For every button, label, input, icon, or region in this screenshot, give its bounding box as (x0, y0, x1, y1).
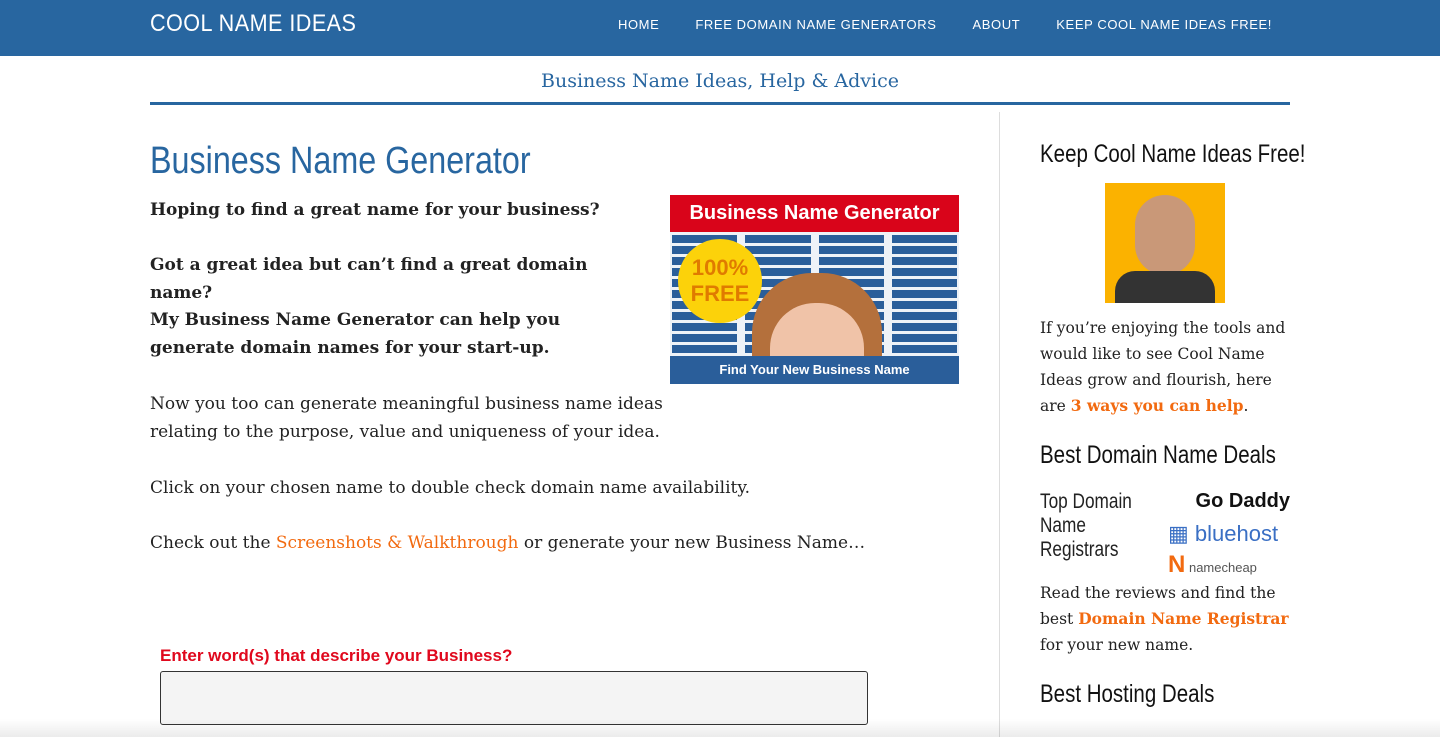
main-nav: HOME FREE DOMAIN NAME GENERATORS ABOUT K… (618, 17, 1272, 32)
promo-title: Business Name Generator (670, 195, 959, 232)
input-label: Enter word(s) that describe your Busines… (160, 646, 513, 665)
intro-p3: Check out the Screenshots & Walkthrough … (150, 529, 910, 557)
nav-about[interactable]: ABOUT (972, 17, 1020, 32)
business-words-input[interactable] (160, 671, 868, 725)
author-photo (1105, 183, 1225, 303)
bluehost-logo[interactable]: ▦ bluehost (1168, 521, 1290, 547)
nav-keep-free[interactable]: KEEP COOL NAME IDEAS FREE! (1056, 17, 1272, 32)
n-icon: N (1168, 551, 1186, 578)
registrars-heading: Top Domain Name Registrars (1040, 490, 1132, 561)
intro-q3: My Business Name Generator can help you … (150, 310, 561, 358)
badge-text: 100% (691, 255, 749, 280)
free-badge: 100% FREE (678, 239, 762, 323)
bottom-shadow (0, 719, 1440, 737)
promo-banner-image[interactable]: Business Name Generator 100% FREE Find Yo… (670, 195, 959, 384)
sidebar-text-2: Read the reviews and find the best Domai… (1040, 580, 1290, 658)
logo-text: namecheap (1188, 560, 1257, 575)
intro-p2: Click on your chosen name to double chec… (150, 478, 751, 498)
sidebar-heading-free: Keep Cool Name Ideas Free! (1040, 140, 1306, 168)
logo-text: bluehost (1194, 521, 1279, 546)
text: for your new name. (1040, 636, 1194, 654)
site-logo[interactable]: COOL NAME IDEAS (150, 10, 356, 38)
intro-p1: Now you too can generate meaningful busi… (150, 394, 663, 442)
sidebar: Keep Cool Name Ideas Free! If you’re enj… (1040, 140, 1306, 709)
nav-generators[interactable]: FREE DOMAIN NAME GENERATORS (695, 17, 936, 32)
walkthrough-link[interactable]: Screenshots & Walkthrough (276, 533, 519, 553)
main-content: Business Name Generator Hoping to find a… (150, 140, 970, 725)
ways-to-help-link[interactable]: 3 ways you can help (1071, 396, 1244, 415)
sidebar-text: If you’re enjoying the tools and would l… (1040, 315, 1290, 419)
site-header: COOL NAME IDEAS HOME FREE DOMAIN NAME GE… (0, 0, 1440, 56)
intro-q1: Hoping to find a great name for your bus… (150, 200, 600, 220)
sidebar-heading-hosting: Best Hosting Deals (1040, 680, 1215, 708)
godaddy-logo[interactable]: Go Daddy (1168, 490, 1290, 513)
namecheap-logo[interactable]: N namecheap (1168, 551, 1290, 579)
text: Check out the (150, 533, 276, 553)
text: . (1243, 397, 1249, 415)
text: or generate your new Business Name… (518, 533, 866, 553)
badge-text: FREE (690, 281, 750, 306)
nav-home[interactable]: HOME (618, 17, 659, 32)
column-divider (999, 112, 1000, 737)
page-title: Business Name Generator (150, 140, 531, 182)
promo-footer: Find Your New Business Name (670, 356, 959, 384)
grid-icon: ▦ (1168, 521, 1189, 546)
registrar-link[interactable]: Domain Name Registrar (1078, 609, 1288, 628)
site-tagline: Business Name Ideas, Help & Advice (150, 70, 1290, 105)
registrar-logos[interactable]: Go Daddy ▦ bluehost N namecheap (1168, 490, 1290, 579)
intro-q2: Got a great idea but can’t find a great … (150, 255, 588, 303)
sidebar-heading-domains: Best Domain Name Deals (1040, 441, 1276, 469)
